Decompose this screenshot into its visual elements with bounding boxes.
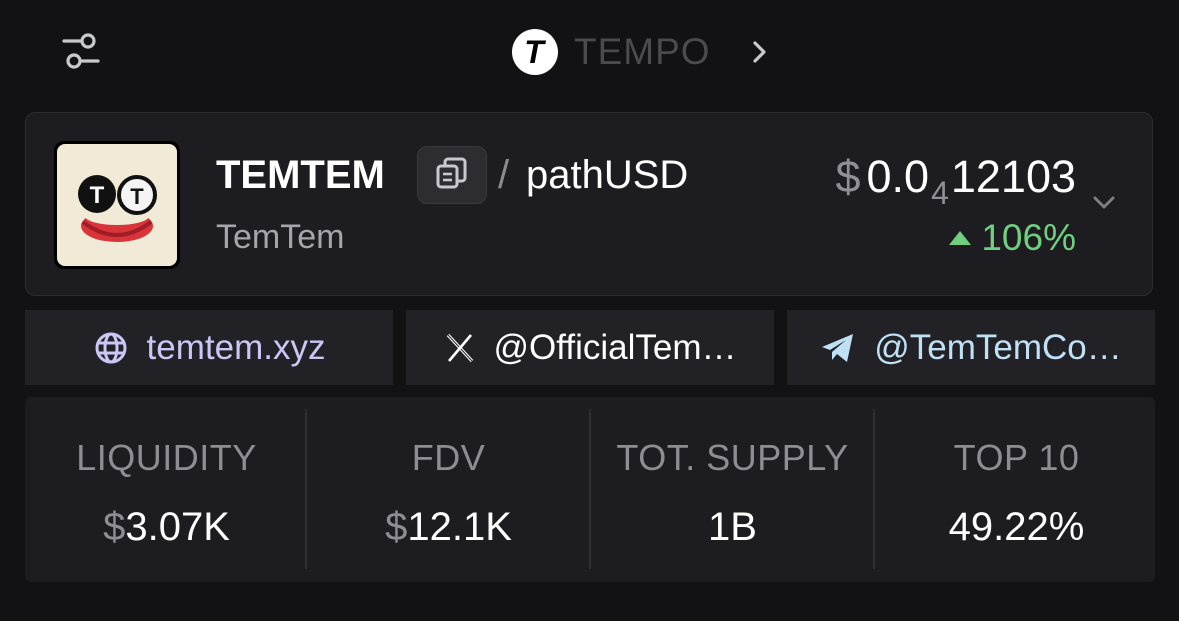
telegram-link-text: @TemTemCo… — [874, 327, 1122, 367]
chain-logo-letter: T — [524, 34, 546, 70]
price-digits: 12103 — [950, 151, 1076, 202]
chevron-down-icon[interactable] — [1092, 195, 1116, 216]
stat-currency: $ — [385, 505, 408, 549]
stat-label: TOT. SUPPLY — [616, 437, 849, 478]
svg-text:T: T — [90, 182, 105, 209]
stat-label: TOP 10 — [953, 437, 1080, 478]
chain-selector[interactable]: T TEMPO — [512, 28, 769, 76]
tempo-logo-icon: T — [512, 29, 558, 75]
stat-label: FDV — [411, 437, 486, 478]
copy-icon — [434, 155, 470, 196]
stat-top-10: TOP 10 49.22% — [875, 397, 1158, 582]
stat-number: 12.1K — [407, 505, 512, 549]
price-zero-count: 4 — [931, 175, 949, 211]
telegram-icon — [820, 331, 856, 365]
stat-value: $12.1K — [307, 505, 590, 550]
stat-total-supply: TOT. SUPPLY 1B — [591, 397, 874, 582]
social-links: temtem.xyz @OfficialTem… @TemTemCo… — [25, 310, 1155, 385]
chevron-right-icon — [751, 39, 769, 65]
token-price: $0.0412103 — [835, 151, 1076, 212]
stat-number: 1B — [708, 505, 757, 549]
token-stats: LIQUIDITY $3.07K FDV $12.1K TOT. SUPPLY … — [25, 397, 1155, 582]
triangle-up-icon — [947, 229, 973, 247]
price-prefix: 0.0 — [866, 151, 930, 202]
twitter-link-text: @OfficialTem… — [493, 327, 737, 367]
copy-address-button[interactable] — [417, 146, 487, 204]
sliders-icon — [61, 31, 101, 76]
twitter-link[interactable]: @OfficialTem… — [406, 310, 774, 385]
top-bar: T TEMPO — [0, 0, 1179, 105]
website-link-text: temtem.xyz — [146, 327, 326, 367]
quote-token: pathUSD — [526, 153, 689, 197]
token-symbol: TEMTEM — [216, 153, 385, 197]
chain-name: TEMPO — [574, 31, 711, 72]
price-change-value: 106% — [981, 217, 1076, 258]
stat-fdv: FDV $12.1K — [307, 397, 590, 582]
stat-liquidity: LIQUIDITY $3.07K — [25, 397, 308, 582]
price-currency: $ — [835, 151, 861, 202]
website-link[interactable]: temtem.xyz — [25, 310, 393, 385]
price-change: 106% — [947, 217, 1076, 259]
pair-separator: / — [498, 153, 510, 197]
filter-button[interactable] — [58, 30, 104, 76]
telegram-link[interactable]: @TemTemCo… — [787, 310, 1155, 385]
stat-label: LIQUIDITY — [76, 437, 257, 478]
stat-value: 1B — [591, 505, 874, 550]
stat-value: 49.22% — [875, 505, 1158, 550]
stat-number: 3.07K — [125, 505, 230, 549]
stat-currency: $ — [103, 505, 126, 549]
x-icon — [444, 332, 476, 364]
token-card[interactable]: T T TEMTEM / pathUSD TemTem $0.0412103 1… — [25, 112, 1153, 296]
token-name: TemTem — [216, 218, 345, 256]
stat-value: $3.07K — [25, 505, 308, 550]
stat-number: 49.22% — [948, 505, 1085, 549]
token-avatar: T T — [54, 141, 180, 269]
svg-text:T: T — [130, 184, 144, 209]
token-logo-image: T T — [57, 144, 177, 266]
globe-icon — [93, 330, 129, 366]
